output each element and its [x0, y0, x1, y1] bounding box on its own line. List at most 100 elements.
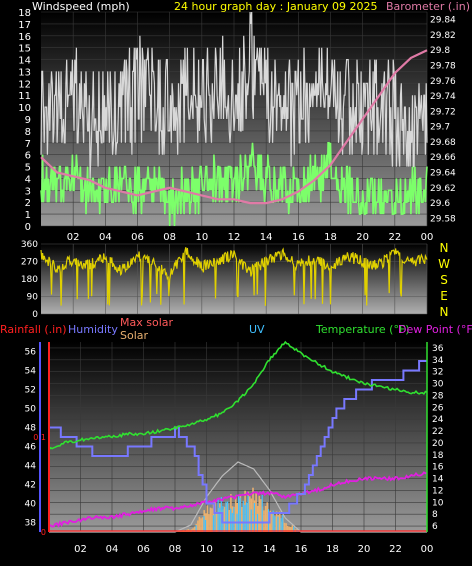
solar-bar — [249, 496, 251, 532]
barometer-axis-label: Barometer (.in) — [386, 0, 470, 13]
barometer-right-ticks: 29.5829.629.6229.6429.6629.6829.729.7229… — [430, 16, 456, 225]
uv-bar — [205, 520, 206, 532]
windspeed-tick: 10 — [18, 103, 31, 114]
humidity-tick: 54 — [25, 367, 37, 377]
direction-tick: 90 — [27, 293, 39, 303]
compass-label: S — [440, 273, 448, 287]
temperature-tick: 34 — [432, 356, 444, 366]
windspeed-tick: 9 — [25, 115, 31, 126]
windspeed-tick: 7 — [25, 139, 31, 150]
wind-x-ticks: 020406081012141618202200 — [67, 232, 434, 243]
solar-bar — [266, 502, 268, 532]
barometer-tick: 29.66 — [430, 153, 456, 163]
barometer-tick: 29.74 — [430, 92, 456, 102]
humidity-tick: 38 — [25, 519, 37, 529]
humidity-tick: 46 — [25, 443, 37, 453]
temperature-label: Temperature (°F) — [315, 323, 410, 336]
solar-bar — [224, 507, 226, 532]
x-tick-label: 20 — [358, 544, 371, 555]
x-tick-label: 18 — [324, 232, 337, 243]
rainfall-label: Rainfall (.in) — [0, 323, 67, 336]
solar-bar — [197, 521, 199, 533]
uv-bar — [238, 495, 239, 532]
windspeed-tick: 16 — [18, 32, 31, 43]
x-tick-label: 02 — [67, 232, 80, 243]
charts-svg: 0123456789101112131415161718 29.5829.629… — [0, 0, 472, 561]
solar-bar — [276, 512, 278, 533]
x-tick-label: 20 — [356, 232, 369, 243]
solar-bar — [241, 507, 243, 532]
uv-bar — [225, 502, 226, 532]
x-tick-label: 00 — [421, 232, 434, 243]
windspeed-tick: 5 — [25, 163, 31, 174]
direction-left-ticks: 360270180900 — [21, 240, 38, 320]
barometer-tick: 29.78 — [430, 62, 456, 72]
wind-panel: 0123456789101112131415161718 29.5829.629… — [18, 0, 470, 243]
wind-left-ticks: 0123456789101112131415161718 — [18, 8, 31, 233]
compass-label: N — [440, 241, 449, 255]
temperature-tick: 20 — [432, 439, 444, 449]
uv-bar — [218, 499, 219, 533]
windspeed-tick: 2 — [25, 198, 31, 209]
solar-label: Solar — [120, 329, 149, 342]
compass-label: N — [440, 305, 449, 319]
x-tick-label: 18 — [326, 544, 339, 555]
solar-bar — [255, 493, 257, 532]
windspeed-tick: 12 — [18, 79, 31, 90]
barometer-tick: 29.8 — [430, 46, 450, 56]
x-tick-label: 00 — [421, 544, 434, 555]
solar-bar — [263, 510, 265, 532]
barometer-tick: 29.84 — [430, 16, 456, 26]
humidity-tick: 42 — [25, 481, 36, 491]
windspeed-axis-label: Windspeed (mph) — [32, 0, 130, 13]
windspeed-tick: 6 — [25, 151, 31, 162]
temperature-tick: 22 — [432, 427, 443, 437]
solar-bar — [235, 496, 237, 533]
windspeed-tick: 0 — [25, 222, 31, 233]
uv-bar — [251, 509, 252, 532]
temperature-tick: 36 — [432, 344, 444, 354]
x-tick-label: 12 — [228, 232, 241, 243]
temperature-tick: 16 — [432, 463, 444, 473]
windspeed-tick: 8 — [25, 127, 31, 138]
windspeed-tick: 4 — [25, 174, 31, 185]
solar-bar — [208, 514, 210, 532]
uv-bar — [219, 508, 220, 532]
uv-bar — [274, 516, 275, 532]
direction-tick: 0 — [32, 310, 38, 320]
barometer-tick: 29.76 — [430, 77, 456, 87]
humidity-tick: 52 — [25, 386, 36, 396]
x-tick-label: 14 — [260, 232, 273, 243]
x-tick-label: 08 — [169, 544, 182, 555]
solar-bar — [211, 508, 213, 532]
solar-bar — [210, 508, 212, 532]
barometer-tick: 29.68 — [430, 138, 456, 148]
direction-tick: 270 — [21, 258, 38, 268]
x-tick-label: 08 — [163, 232, 176, 243]
barometer-tick: 29.72 — [430, 107, 456, 117]
chart-title: 24 hour graph day : January 09 2025 — [174, 0, 378, 13]
windspeed-tick: 14 — [18, 56, 31, 67]
windspeed-tick: 18 — [18, 8, 31, 19]
compass-label: E — [440, 289, 448, 303]
temperature-tick: 18 — [432, 451, 444, 461]
uv-bar — [262, 495, 263, 532]
temp-x-ticks: 020406081012141618202200 — [74, 544, 433, 555]
solar-bar — [260, 499, 262, 532]
x-tick-label: 10 — [195, 232, 208, 243]
windspeed-tick: 15 — [18, 44, 31, 55]
solar-bar — [259, 496, 261, 532]
humidity-tick: 40 — [25, 500, 37, 510]
windspeed-tick: 11 — [18, 91, 31, 102]
temperature-tick: 8 — [432, 510, 438, 520]
temperature-tick: 14 — [432, 475, 444, 485]
x-tick-label: 02 — [74, 544, 87, 555]
uv-bar — [213, 515, 214, 532]
solar-bar — [202, 517, 204, 532]
temperature-tick: 10 — [432, 498, 444, 508]
direction-panel: 360270180900 NWSEN — [21, 240, 450, 320]
x-tick-label: 16 — [295, 544, 308, 555]
solar-bar — [271, 513, 273, 532]
uv-bar — [282, 515, 283, 532]
solar-bar — [229, 510, 231, 532]
